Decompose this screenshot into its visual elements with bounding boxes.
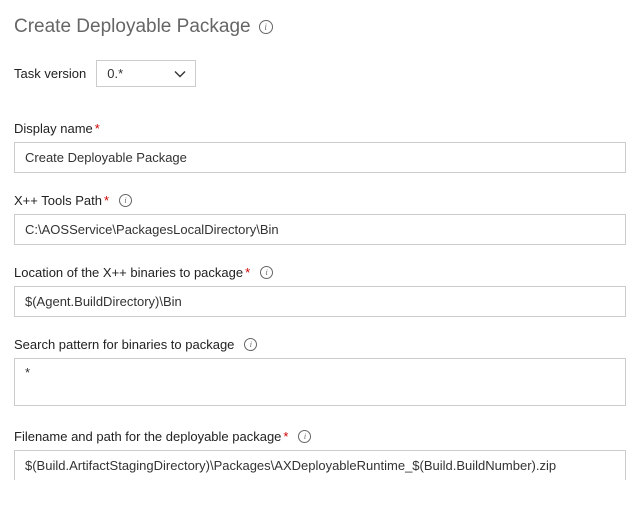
- info-icon[interactable]: i: [259, 20, 273, 34]
- field-label: X++ Tools Path*: [14, 193, 109, 208]
- task-version-label: Task version: [14, 66, 86, 81]
- page-title: Create Deployable Package: [14, 16, 251, 38]
- task-version-select[interactable]: 0.*: [96, 60, 196, 87]
- field-binaries-location: Location of the X++ binaries to package*…: [14, 265, 626, 317]
- required-mark: *: [245, 265, 250, 280]
- field-label-row: Location of the X++ binaries to package*…: [14, 265, 626, 280]
- page-header: Create Deployable Package i: [14, 16, 626, 38]
- task-version-row: Task version 0.*: [14, 60, 626, 87]
- info-icon[interactable]: i: [260, 266, 273, 279]
- tools-path-input[interactable]: [14, 214, 626, 245]
- field-search-pattern: Search pattern for binaries to package i: [14, 337, 626, 409]
- display-name-input[interactable]: [14, 142, 626, 173]
- label-text: Display name: [14, 121, 93, 136]
- field-tools-path: X++ Tools Path* i: [14, 193, 626, 245]
- field-label: Search pattern for binaries to package: [14, 337, 234, 352]
- binaries-location-input[interactable]: [14, 286, 626, 317]
- info-icon[interactable]: i: [119, 194, 132, 207]
- field-label: Location of the X++ binaries to package*: [14, 265, 250, 280]
- label-text: Location of the X++ binaries to package: [14, 265, 243, 280]
- field-filename: Filename and path for the deployable pac…: [14, 429, 626, 480]
- info-icon[interactable]: i: [298, 430, 311, 443]
- required-mark: *: [104, 193, 109, 208]
- required-mark: *: [95, 121, 100, 136]
- field-label: Display name*: [14, 121, 100, 136]
- field-label-row: Filename and path for the deployable pac…: [14, 429, 626, 444]
- field-label-row: Display name*: [14, 121, 626, 136]
- field-display-name: Display name*: [14, 121, 626, 173]
- task-version-value: 0.*: [96, 60, 196, 87]
- field-label: Filename and path for the deployable pac…: [14, 429, 288, 444]
- info-icon[interactable]: i: [244, 338, 257, 351]
- search-pattern-input[interactable]: [14, 358, 626, 406]
- field-label-row: X++ Tools Path* i: [14, 193, 626, 208]
- required-mark: *: [283, 429, 288, 444]
- label-text: Filename and path for the deployable pac…: [14, 429, 281, 444]
- filename-input[interactable]: [14, 450, 626, 480]
- label-text: X++ Tools Path: [14, 193, 102, 208]
- field-label-row: Search pattern for binaries to package i: [14, 337, 626, 352]
